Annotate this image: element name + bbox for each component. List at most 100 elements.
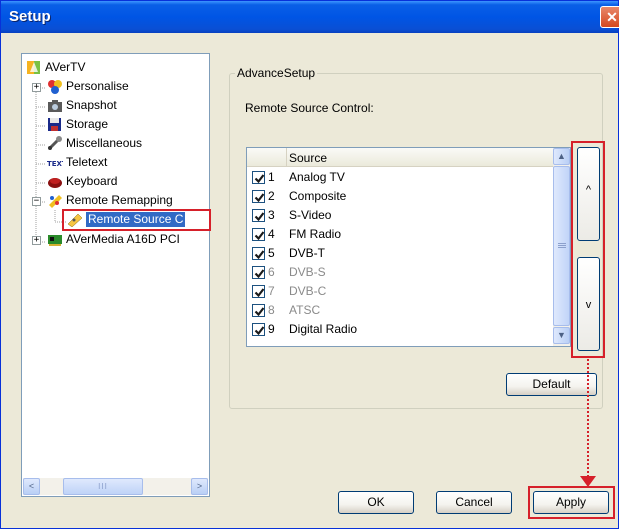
storage-icon xyxy=(47,117,63,132)
source-checkbox[interactable] xyxy=(252,171,265,184)
source-list[interactable]: Source 1 Analog TV 2 Composite 3 S-Video 4 FM R… xyxy=(246,147,571,347)
chevron-up-icon: ▲ xyxy=(557,151,566,161)
checkmark-icon xyxy=(254,174,265,184)
cancel-button-label: Cancel xyxy=(455,495,493,509)
ok-button-label: OK xyxy=(367,495,385,509)
tree-item-miscellaneous[interactable]: Miscellaneous xyxy=(47,136,142,153)
scroll-left-button[interactable]: < xyxy=(23,478,40,495)
chevron-right-icon: > xyxy=(196,481,203,491)
scroll-grip-icon xyxy=(558,243,566,244)
checkmark-icon xyxy=(254,269,265,279)
source-number: 4 xyxy=(268,227,275,241)
source-row[interactable]: 6 DVB-S xyxy=(247,263,553,282)
source-number: 5 xyxy=(268,246,275,260)
chevron-left-icon: < xyxy=(28,481,35,491)
tree-item-snapshot[interactable]: Snapshot xyxy=(47,98,117,115)
checkmark-icon xyxy=(254,288,265,298)
list-vertical-scrollbar[interactable]: ▲ ▼ xyxy=(553,148,570,346)
expand-device-toggle[interactable]: + xyxy=(32,236,41,245)
source-checkbox[interactable] xyxy=(252,247,265,260)
scroll-right-button[interactable]: > xyxy=(191,478,208,495)
source-name: ATSC xyxy=(289,303,321,317)
tree-item-teletext[interactable]: TEXT Teletext xyxy=(47,155,107,172)
source-checkbox[interactable] xyxy=(252,190,265,203)
window-title: Setup xyxy=(9,8,51,25)
tree-item-remote-remapping[interactable]: Remote Remapping xyxy=(47,193,173,210)
tree-item-label: AVerMedia A16D PCI xyxy=(66,232,180,246)
source-checkbox[interactable] xyxy=(252,323,265,336)
checkmark-icon xyxy=(254,193,265,203)
tree-item-storage[interactable]: Storage xyxy=(47,117,108,134)
scroll-down-button[interactable]: ▼ xyxy=(553,327,570,344)
source-row[interactable]: 3 S-Video xyxy=(247,206,553,225)
source-checkbox[interactable] xyxy=(252,209,265,222)
scroll-up-button[interactable]: ▲ xyxy=(553,148,570,165)
settings-tree[interactable]: AVerTV + Personalise Snapshot Storage Mi… xyxy=(21,53,211,497)
source-checkbox[interactable] xyxy=(252,285,265,298)
source-number: 2 xyxy=(268,189,275,203)
source-row[interactable]: 9 Digital Radio xyxy=(247,320,553,339)
default-button-label: Default xyxy=(532,377,571,391)
tree-item-avertv[interactable]: AVerTV xyxy=(26,60,85,77)
source-name: S-Video xyxy=(289,208,332,222)
chevron-down-icon: ▼ xyxy=(557,330,566,340)
personalise-icon xyxy=(47,79,63,94)
tree-item-avermedia-a16d[interactable]: AVerMedia A16D PCI xyxy=(47,232,180,249)
tree-item-label: Personalise xyxy=(66,79,129,93)
source-row[interactable]: 2 Composite xyxy=(247,187,553,206)
avertv-icon xyxy=(26,60,42,75)
remote-remapping-icon xyxy=(47,193,63,208)
source-number: 1 xyxy=(268,170,275,184)
scroll-thumb[interactable] xyxy=(553,166,570,326)
source-number: 9 xyxy=(268,322,275,336)
source-number: 7 xyxy=(268,284,275,298)
close-button[interactable]: ✕ xyxy=(600,6,619,28)
source-checkbox[interactable] xyxy=(252,266,265,279)
group-label: AdvanceSetup xyxy=(235,66,318,80)
tree-item-label: Storage xyxy=(66,117,109,131)
tree-item-label: Remote Remapping xyxy=(66,193,173,207)
tree-item-label: Snapshot xyxy=(66,98,117,112)
checkmark-icon xyxy=(254,326,265,336)
source-name: DVB-S xyxy=(289,265,326,279)
default-button[interactable]: Default xyxy=(506,373,597,396)
source-row[interactable]: 4 FM Radio xyxy=(247,225,553,244)
source-number: 3 xyxy=(268,208,275,222)
checkmark-icon xyxy=(254,250,265,260)
scroll-thumb[interactable]: III xyxy=(63,478,143,495)
teletext-icon-text: TEXT xyxy=(47,160,63,168)
source-number: 8 xyxy=(268,303,275,317)
checkmark-icon xyxy=(254,231,265,241)
tree-item-label: Teletext xyxy=(66,155,108,169)
checkmark-icon xyxy=(254,212,265,222)
highlight-move-buttons xyxy=(571,141,605,358)
source-row[interactable]: 5 DVB-T xyxy=(247,244,553,263)
expand-personalise-toggle[interactable]: + xyxy=(32,83,41,92)
source-row[interactable]: 7 DVB-C xyxy=(247,282,553,301)
source-name: Analog TV xyxy=(289,170,345,184)
cancel-button[interactable]: Cancel xyxy=(436,491,512,514)
highlight-apply-button xyxy=(528,486,615,519)
source-row[interactable]: 1 Analog TV xyxy=(247,168,553,187)
highlight-remote-source-item xyxy=(62,209,211,231)
source-checkbox[interactable] xyxy=(252,304,265,317)
list-header: Source xyxy=(247,148,553,167)
tree-horizontal-scrollbar[interactable]: < III > xyxy=(23,478,208,495)
tree-item-keyboard[interactable]: Keyboard xyxy=(47,174,117,191)
scroll-grip-icon: III xyxy=(98,482,108,491)
tree-item-label: AVerTV xyxy=(45,60,86,74)
source-name: DVB-C xyxy=(289,284,327,298)
ok-button[interactable]: OK xyxy=(338,491,414,514)
title-bar[interactable]: Setup ✕ xyxy=(1,1,619,33)
collapse-remote-remapping-toggle[interactable]: − xyxy=(32,197,41,206)
source-checkbox[interactable] xyxy=(252,228,265,241)
source-column-header[interactable]: Source xyxy=(289,151,327,165)
source-name: FM Radio xyxy=(289,227,342,241)
device-card-icon xyxy=(47,232,63,247)
setup-window: Setup ✕ AVerTV + Personalise Snapshot St… xyxy=(0,0,619,529)
source-row[interactable]: 8 ATSC xyxy=(247,301,553,320)
close-icon: ✕ xyxy=(606,9,618,25)
checkbox-column-header[interactable] xyxy=(247,148,287,167)
tree-item-personalise[interactable]: Personalise xyxy=(47,79,129,96)
remote-source-control-label: Remote Source Control: xyxy=(245,101,374,115)
